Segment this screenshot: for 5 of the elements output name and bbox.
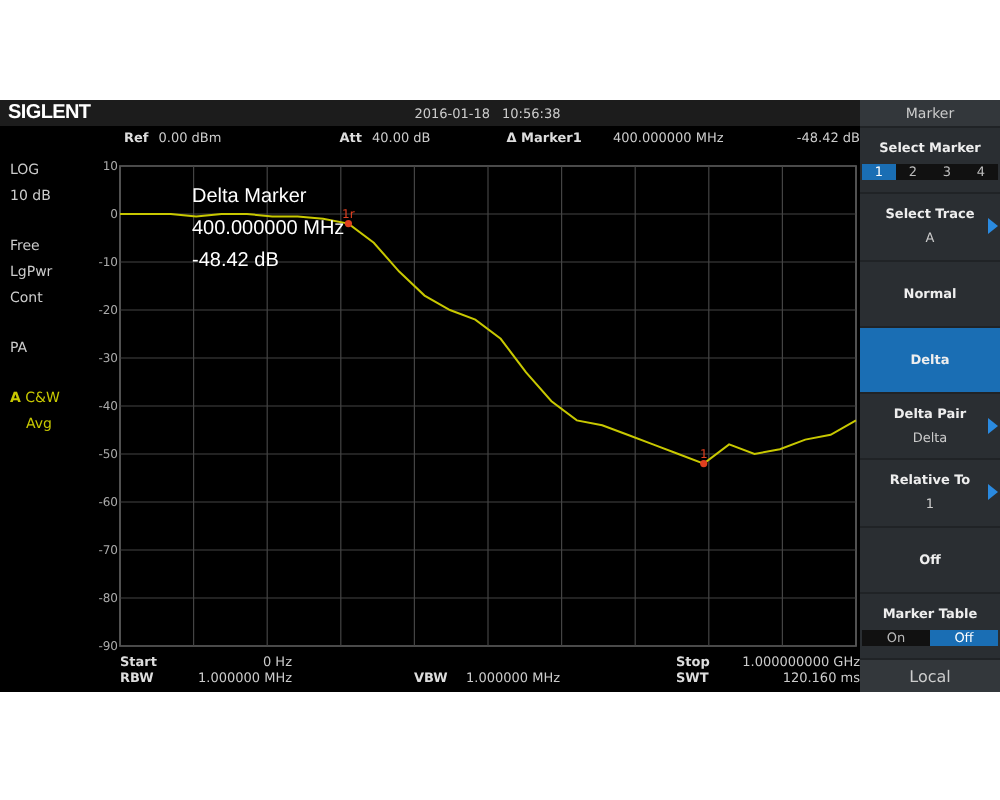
readout-title: Delta Marker	[192, 186, 309, 210]
readout-frequency: 400.000000 MHz	[192, 218, 345, 242]
logo: SIGLENT	[8, 102, 91, 124]
local-button[interactable]: Local	[860, 660, 1000, 692]
readout-level: -48.42 dB	[192, 250, 281, 274]
